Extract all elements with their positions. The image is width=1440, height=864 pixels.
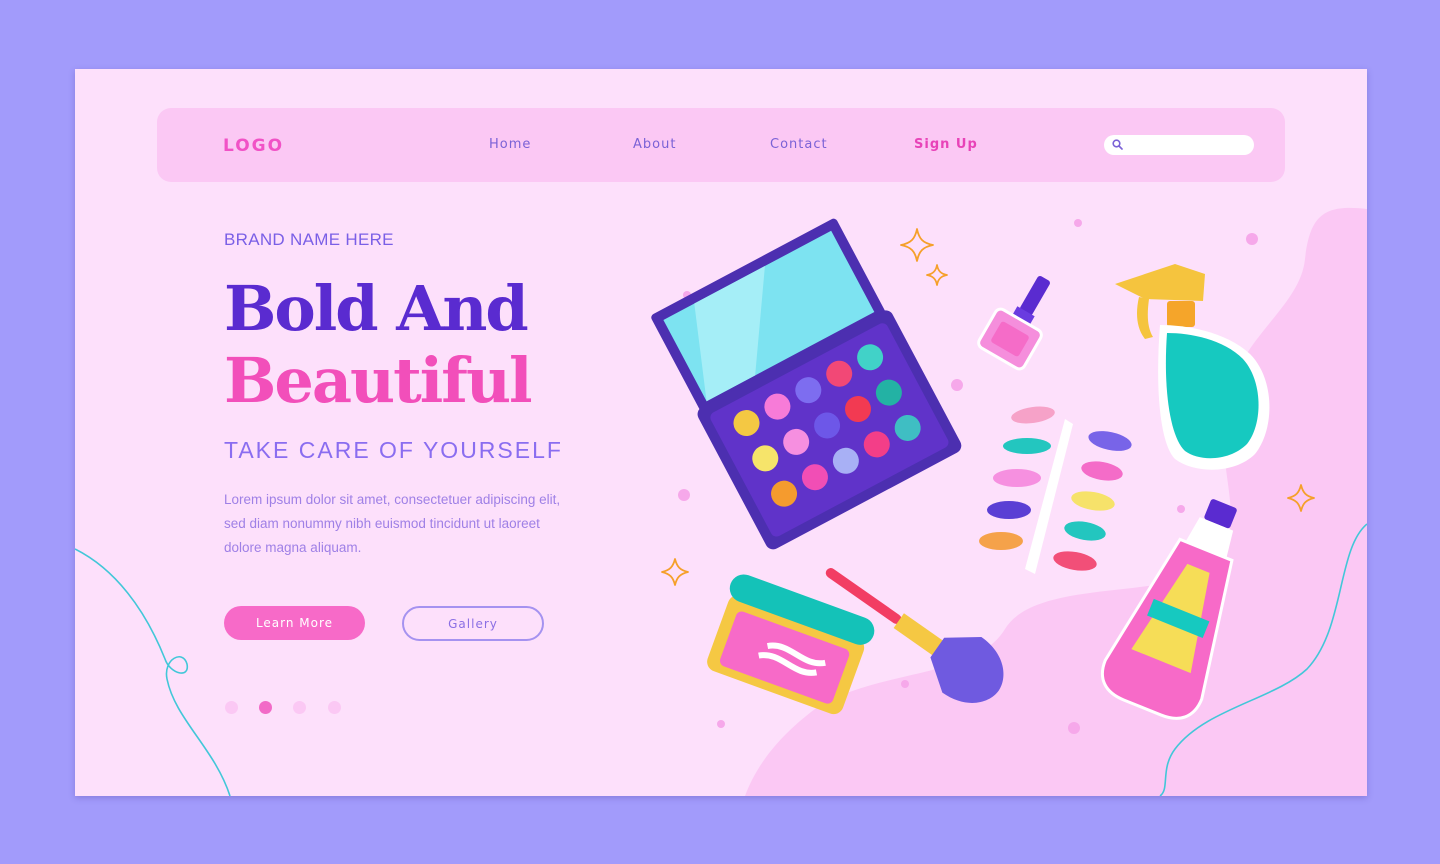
- hero-description: Lorem ipsum dolor sit amet, consectetuer…: [224, 492, 561, 555]
- nail-tips-icon: [979, 406, 1132, 574]
- spray-bottle-icon: [1115, 264, 1270, 470]
- nail-polish-icon: [977, 275, 1050, 371]
- carousel-dot-1[interactable]: [225, 701, 238, 714]
- search-icon: [1112, 139, 1123, 150]
- carousel-dot-2[interactable]: [259, 701, 272, 714]
- eyeshadow-palette-icon: [651, 218, 962, 550]
- carousel-dot-4[interactable]: [328, 701, 341, 714]
- brand-name: BRAND NAME HERE: [224, 230, 394, 249]
- landing-page: LOGO Home About Contact Sign Up BRAND NA…: [75, 69, 1367, 796]
- top-navbar: LOGO Home About Contact Sign Up: [157, 108, 1285, 182]
- nav-link-contact[interactable]: Contact: [770, 137, 828, 152]
- tagline: TAKE CARE OF YOURSELF: [224, 437, 563, 463]
- search-bar[interactable]: [1104, 135, 1254, 155]
- nav-link-about[interactable]: About: [633, 137, 676, 152]
- headline-line-2: Beautiful: [224, 344, 533, 417]
- nav-link-sign-up[interactable]: Sign Up: [914, 137, 978, 152]
- hero-headline: Bold And Beautiful: [224, 272, 533, 417]
- headline-line-1: Bold And: [224, 272, 529, 345]
- nav-link-home[interactable]: Home: [489, 137, 531, 152]
- decorative-wave-left: [75, 548, 231, 796]
- carousel-dot-3[interactable]: [293, 701, 306, 714]
- learn-more-button[interactable]: Learn More: [224, 606, 365, 640]
- gallery-button[interactable]: Gallery: [402, 606, 544, 641]
- logo[interactable]: LOGO: [223, 136, 284, 156]
- search-input[interactable]: [1128, 136, 1250, 154]
